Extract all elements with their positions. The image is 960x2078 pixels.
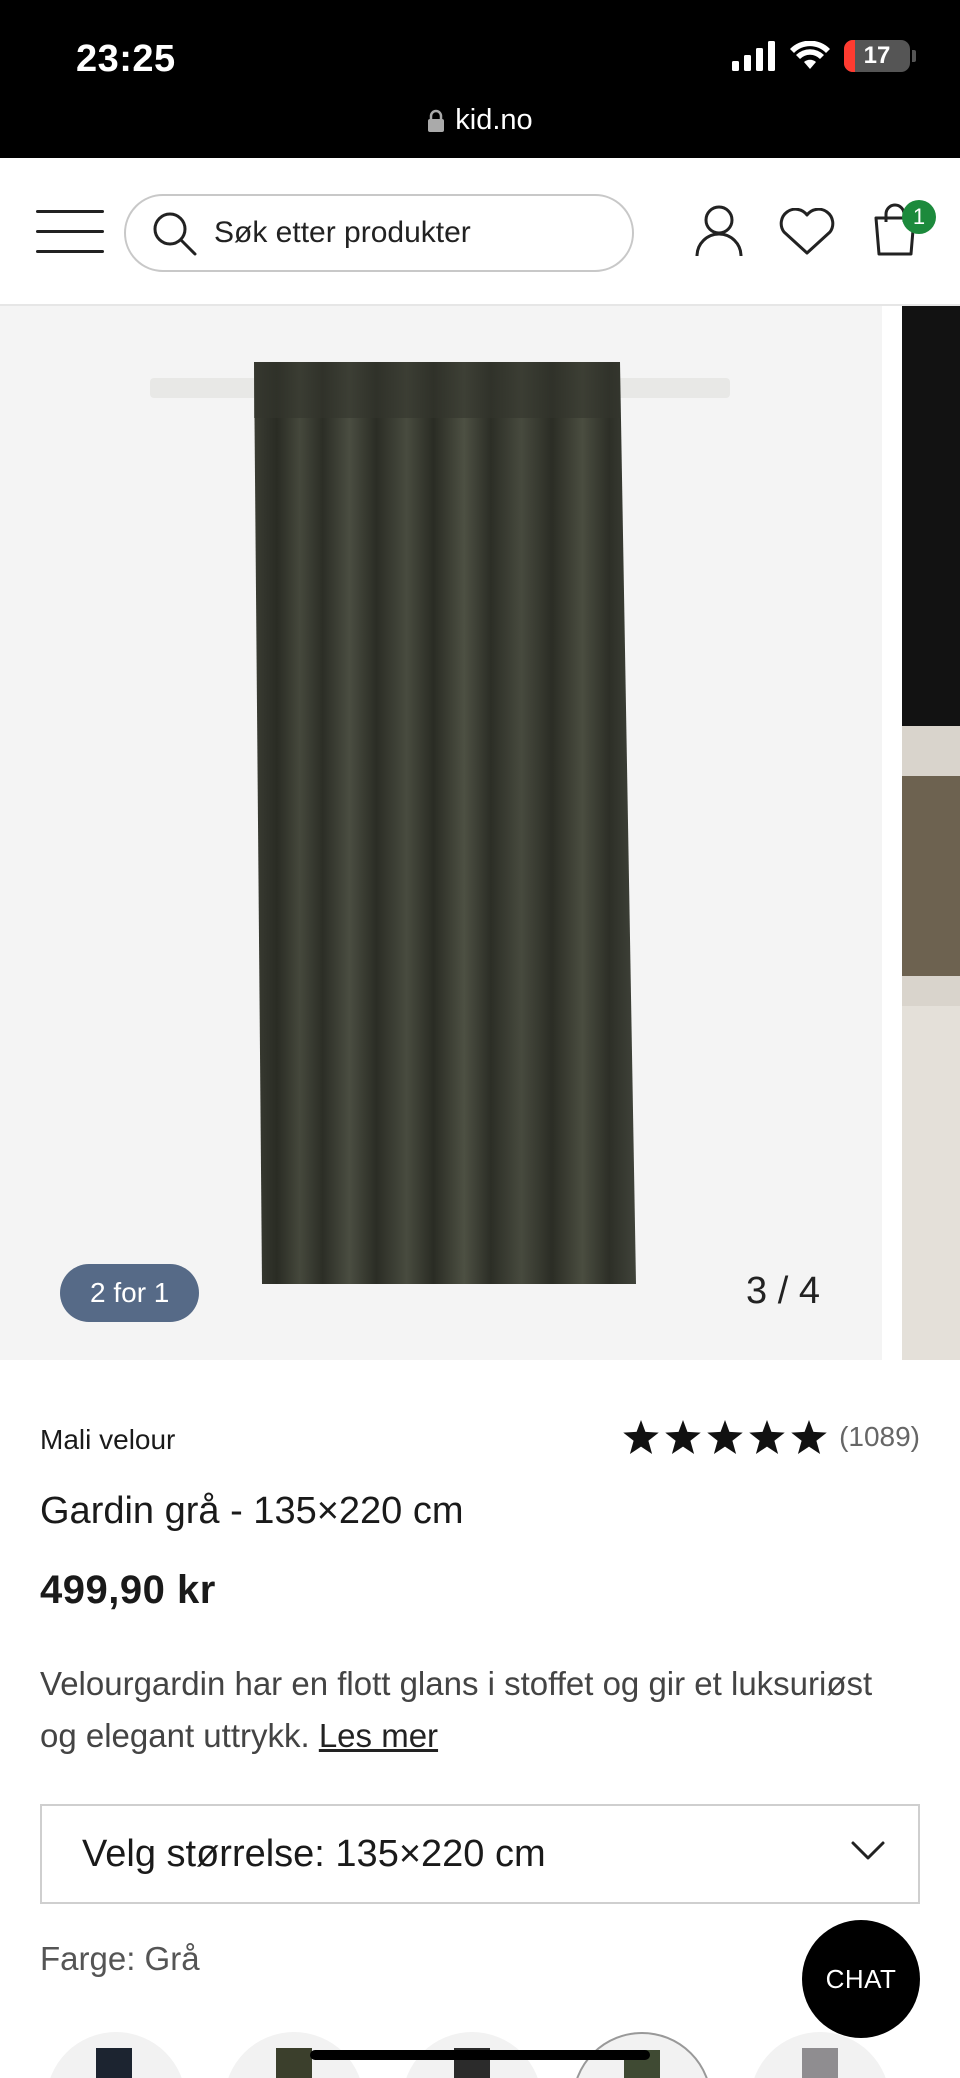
product-title: Gardin grå - 135×220 cm	[40, 1490, 464, 1532]
size-select-label: Velg størrelse: 135×220 cm	[82, 1832, 546, 1875]
color-swatch[interactable]	[46, 2032, 186, 2078]
status-bar: 23:25 17 kid.no	[0, 0, 960, 158]
star-icon	[791, 1420, 827, 1454]
product-price: 499,90 kr	[40, 1568, 216, 1612]
search-box[interactable]	[124, 194, 634, 272]
star-icon	[707, 1420, 743, 1454]
menu-button[interactable]	[36, 210, 104, 254]
size-select[interactable]: Velg størrelse: 135×220 cm	[40, 1804, 920, 1904]
product-gallery[interactable]: 2 for 1 3 / 4	[0, 306, 960, 1360]
home-indicator	[310, 2050, 650, 2060]
rating-count: (1089)	[839, 1421, 920, 1452]
cart-count-badge: 1	[902, 200, 936, 234]
search-icon	[153, 212, 197, 256]
battery-cap	[912, 50, 916, 62]
gallery-slide-next[interactable]	[902, 306, 960, 1360]
color-swatch[interactable]	[750, 2032, 890, 2078]
lock-icon	[428, 109, 445, 132]
status-time: 23:25	[76, 38, 176, 80]
wifi-icon	[790, 41, 830, 69]
product-brand[interactable]: Mali velour	[40, 1424, 175, 1456]
next-slide-image	[902, 306, 960, 1360]
battery-percent: 17	[863, 42, 891, 69]
curtain-fabric	[254, 362, 636, 1284]
site-header: 1	[0, 158, 960, 306]
color-label: Farge:	[40, 1940, 136, 1977]
chevron-down-icon	[851, 1841, 885, 1860]
slide-counter: 3 / 4	[746, 1270, 820, 1312]
product-description: Velourgardin har en flott glans i stoffe…	[40, 1658, 900, 1762]
color-value: Grå	[144, 1940, 200, 1977]
curtain-image	[150, 362, 730, 1284]
chat-button[interactable]: CHAT	[802, 1920, 920, 2038]
user-icon[interactable]	[694, 204, 744, 258]
search-input[interactable]	[214, 216, 614, 250]
description-text: Velourgardin har en flott glans i stoffe…	[40, 1665, 873, 1754]
promo-badge: 2 for 1	[60, 1264, 200, 1322]
heart-icon[interactable]	[778, 208, 836, 256]
cart-button[interactable]: 1	[870, 200, 936, 260]
star-icon	[749, 1420, 785, 1454]
color-row: Farge: Grå	[40, 1940, 200, 1978]
signal-icon	[732, 41, 775, 71]
gallery-slide-current[interactable]: 2 for 1 3 / 4	[0, 306, 882, 1360]
battery-icon: 17	[844, 40, 910, 72]
url-bar[interactable]: kid.no	[0, 104, 960, 137]
product-rating[interactable]: (1089)	[623, 1420, 920, 1454]
star-icon	[623, 1420, 659, 1454]
read-more-link[interactable]: Les mer	[319, 1717, 438, 1754]
url-text: kid.no	[455, 104, 533, 136]
star-icon	[665, 1420, 701, 1454]
status-icons: 17	[732, 40, 916, 72]
